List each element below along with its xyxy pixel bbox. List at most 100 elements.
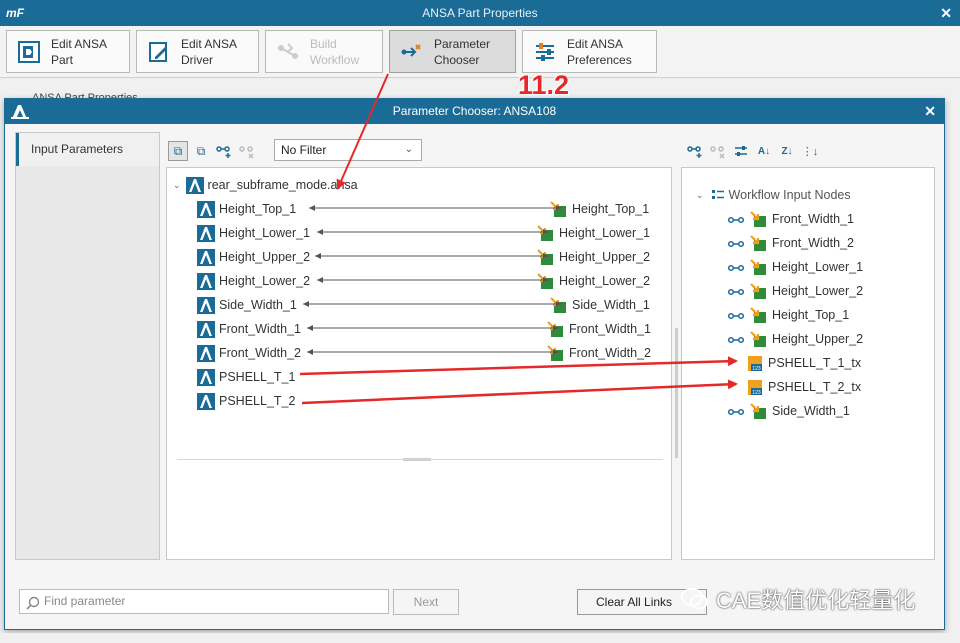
workflow-node-row[interactable]: 123 PSHELL_T_2_tx [746,378,861,396]
ansa-part-icon [15,38,43,66]
workflow-node-row[interactable]: Front_Width_1 [727,210,854,228]
link-icon [727,262,745,272]
filter-settings-icon[interactable] [731,141,751,161]
link-icon [727,334,745,344]
workflow-iconbar: A↓ Z↓ ⋮↓ [685,139,823,163]
link-icon [727,286,745,296]
sort-az-icon[interactable]: A↓ [754,141,774,161]
expand-all-icon[interactable]: ⧉ [168,141,188,161]
workflow-node-icon [750,258,768,276]
workflow-node-name: Height_Lower_1 [772,260,864,274]
parameter-row[interactable]: Height_Upper_2 [197,248,310,266]
search-icon [26,595,40,610]
workflow-node-name: Height_Upper_2 [772,332,864,346]
ansa-parameter-icon [197,392,215,410]
ansa-parameter-icon [197,368,215,386]
vertical-scrollbar[interactable] [675,328,678,458]
dialog-titlebar: Parameter Chooser: ANSA108 ✕ [5,99,944,124]
workflow-node-icon [537,272,555,290]
parameter-name: PSHELL_T_1 [219,370,296,384]
linked-node-label[interactable]: Front_Width_2 [547,344,651,362]
edit-ansa-preferences-button[interactable]: Edit ANSA Preferences [522,30,657,73]
workflow-node-icon [750,210,768,228]
workflow-node-row[interactable]: Height_Lower_1 [727,258,864,276]
app-logo: mF [6,6,24,20]
splitter-handle[interactable] [403,458,431,461]
parameter-chooser-dialog: Parameter Chooser: ANSA108 ✕ Input Param… [4,98,945,630]
build-workflow-button[interactable]: Build Workflow [265,30,383,73]
edit-ansa-part-button[interactable]: Edit ANSA Part [6,30,130,73]
window-title: ANSA Part Properties [422,6,538,20]
dialog-title: Parameter Chooser: ANSA108 [392,104,557,118]
linked-node-label[interactable]: Height_Top_1 [550,200,649,218]
workflow-node-row[interactable]: Height_Upper_2 [727,330,864,348]
table-node-icon: 123 [746,355,764,372]
workflow-node-icon [750,282,768,300]
parameters-iconbar: ⧉ ⧉ [168,139,260,163]
linked-node-label[interactable]: Height_Lower_1 [537,224,650,242]
parameter-chooser-button[interactable]: Parameter Chooser [389,30,516,73]
sort-za-icon[interactable]: Z↓ [777,141,797,161]
workflow-node-icon [547,320,565,338]
workflow-node-icon [550,200,568,218]
linked-node-label[interactable]: Height_Lower_2 [537,272,650,290]
step-annotation: 11.2 [518,70,570,100]
parameter-row[interactable]: Front_Width_1 [197,320,301,338]
collapse-all-icon[interactable]: ⧉ [191,141,211,161]
linked-node-name: Height_Top_1 [572,202,650,216]
workflow-node-row[interactable]: Height_Lower_2 [727,282,863,300]
tab-input-parameters[interactable]: Input Parameters [16,133,159,166]
linked-node-label[interactable]: Side_Width_1 [550,296,650,314]
window-close-icon[interactable]: ✕ [940,0,952,26]
parameter-row[interactable]: Height_Lower_2 [197,272,310,290]
parameters-tree-pane: ⌄ rear_subframe_mode.ansa Height_Top_1 He… [166,167,830,560]
background-table-strip [0,633,960,643]
remove-node-link-icon[interactable] [708,141,728,161]
workflow-node-row[interactable]: Side_Width_1 [727,402,850,420]
parameter-row[interactable]: Front_Width_2 [197,344,301,362]
linked-node-label[interactable]: Height_Upper_2 [537,248,650,266]
remove-link-icon[interactable] [237,141,257,161]
parameter-row[interactable]: Height_Lower_1 [197,224,310,242]
workflow-node-row[interactable]: Front_Width_2 [727,234,854,252]
chevron-down-icon: ⌄ [696,189,704,200]
parameter-row[interactable]: Height_Top_1 [197,200,296,218]
workflow-node-icon [550,296,568,314]
workflow-node-name: Side_Width_1 [772,404,850,418]
add-node-link-icon[interactable] [685,141,705,161]
sort-custom-icon[interactable]: ⋮↓ [800,141,820,161]
workflow-node-icon [547,344,565,362]
workflow-node-icon [537,224,555,242]
preferences-sliders-icon [531,38,559,66]
workflow-node-row[interactable]: Height_Top_1 [727,306,850,324]
workflow-node-name: Height_Top_1 [772,308,850,322]
edit-ansa-driver-button[interactable]: Edit ANSA Driver [136,30,259,73]
build-workflow-icon [274,38,302,66]
linked-node-label[interactable]: Front_Width_1 [547,320,651,338]
next-button[interactable]: Next [393,589,459,615]
workflow-node-icon [750,234,768,252]
workflow-header-row[interactable]: ⌄ Workflow Input Nodes [696,186,851,204]
parameter-row[interactable]: PSHELL_T_1 [197,368,295,386]
add-link-icon[interactable] [214,141,234,161]
tree-root-row[interactable]: ⌄ rear_subframe_mode.ansa [173,176,358,194]
workflow-node-name: Front_Width_1 [772,212,854,226]
ansa-parameter-icon [197,224,215,242]
linked-node-name: Side_Width_1 [572,298,650,312]
ansa-parameter-icon [197,248,215,266]
workflow-node-icon [750,330,768,348]
workflow-node-row[interactable]: 123 PSHELL_T_1_tx [746,354,861,372]
parameter-row[interactable]: PSHELL_T_2 [197,392,295,410]
parameter-name: Height_Upper_2 [219,250,311,264]
link-icon [727,214,745,224]
chevron-down-icon: ⌄ [404,144,413,155]
filter-select[interactable]: No Filter ⌄ [274,139,422,161]
left-tab-pane: Input Parameters [15,132,160,560]
ansa-logo-icon [11,103,29,120]
dialog-close-icon[interactable]: ✕ [924,99,936,124]
find-parameter-field[interactable]: Find parameter [19,589,389,614]
ansa-parameter-icon [197,272,215,290]
wechat-logo-icon [680,586,710,612]
parameter-row[interactable]: Side_Width_1 [197,296,297,314]
link-icon [727,406,745,416]
